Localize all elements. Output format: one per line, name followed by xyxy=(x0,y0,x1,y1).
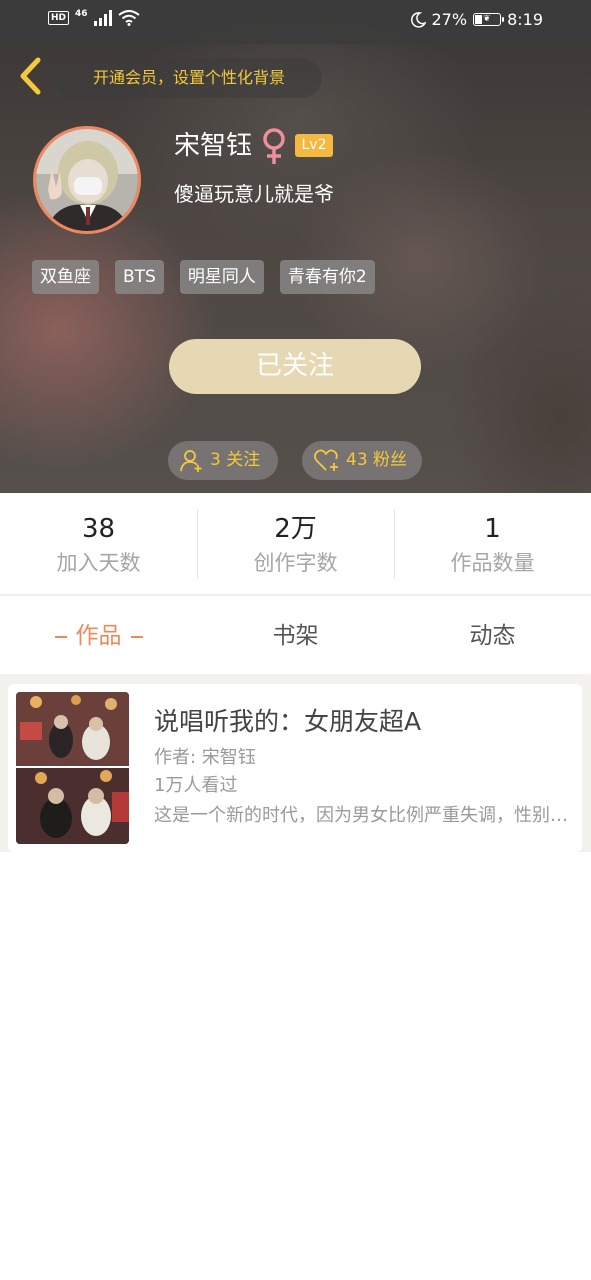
list-item[interactable]: 说唱听我的：女朋友超A 作者: 宋智钰 1万人看过 这是一个新的时代，因为男女比… xyxy=(8,684,582,852)
battery-icon: ❦ xyxy=(473,13,505,26)
tag[interactable]: 双鱼座 xyxy=(32,260,99,294)
stat-label: 创作字数 xyxy=(253,551,338,575)
tag-list: 双鱼座 BTS 明星同人 青春有你2 xyxy=(32,260,375,294)
person-add-icon xyxy=(180,449,202,472)
stat-label: 作品数量 xyxy=(450,551,535,575)
stat-word-count: 2万 创作字数 xyxy=(197,493,394,594)
tag[interactable]: 青春有你2 xyxy=(279,260,375,294)
profile-tabs: 作品 书架 动态 xyxy=(0,596,591,674)
work-views: 1万人看过 xyxy=(154,775,238,796)
book-cover xyxy=(16,692,129,844)
user-name: 宋智钰 xyxy=(174,131,253,161)
stat-work-count: 1 作品数量 xyxy=(394,493,591,594)
level-badge: Lv2 xyxy=(295,134,333,157)
following-count-button[interactable]: 3 关注 xyxy=(168,441,278,480)
tab-indicator xyxy=(54,635,67,638)
tag[interactable]: BTS xyxy=(115,260,164,294)
cover-image xyxy=(16,692,129,844)
tab-label: 作品 xyxy=(75,623,122,649)
stat-value: 38 xyxy=(81,514,116,544)
chevron-left-icon xyxy=(20,57,41,95)
stat-value: 2万 xyxy=(274,514,317,544)
heart-add-icon xyxy=(314,449,338,471)
fans-count-button[interactable]: 43 粉丝 xyxy=(302,441,422,480)
status-bar: HD 46 27% ❦ 8:19 xyxy=(0,0,591,44)
moon-icon xyxy=(410,11,426,28)
work-description: 这是一个新的时代，因为男女比例严重失调，性别已不再是问题，主角是一名女生，她的说… xyxy=(154,805,568,826)
tab-bookshelf[interactable]: 书架 xyxy=(197,596,394,674)
female-symbol-icon xyxy=(263,128,285,164)
stat-label: 加入天数 xyxy=(56,551,141,575)
stat-join-days: 38 加入天数 xyxy=(0,493,197,594)
avatar-photo xyxy=(36,129,138,231)
work-author: 作者: 宋智钰 xyxy=(154,747,256,768)
works-list: 说唱听我的：女朋友超A 作者: 宋智钰 1万人看过 这是一个新的时代，因为男女比… xyxy=(0,674,591,852)
tab-label: 动态 xyxy=(469,623,516,649)
tab-label: 书架 xyxy=(272,623,319,649)
tag[interactable]: 明星同人 xyxy=(179,260,264,294)
hd-badge: HD xyxy=(48,11,70,25)
tab-indicator xyxy=(130,635,143,638)
work-title: 说唱听我的：女朋友超A xyxy=(154,707,422,736)
wifi-icon xyxy=(117,10,140,26)
signal-icon xyxy=(93,10,112,26)
vip-background-banner[interactable]: 开通会员，设置个性化背景 xyxy=(56,58,322,98)
follow-button[interactable]: 已关注 xyxy=(169,339,421,394)
battery-percent: 27% xyxy=(431,10,468,29)
user-signature: 傻逼玩意儿就是爷 xyxy=(174,182,334,206)
avatar[interactable] xyxy=(33,126,141,234)
following-count: 3 关注 xyxy=(210,450,261,470)
tab-works[interactable]: 作品 xyxy=(0,596,197,674)
tab-activity[interactable]: 动态 xyxy=(394,596,591,674)
network-type: 46 xyxy=(75,9,88,19)
clock: 8:19 xyxy=(507,10,543,29)
back-button[interactable] xyxy=(14,56,48,96)
stats-bar: 38 加入天数 2万 创作字数 1 作品数量 xyxy=(0,493,591,596)
profile-header: HD 46 27% ❦ 8:19 开通会员，设置个性化背景 宋智钰 Lv2 傻逼… xyxy=(0,0,591,493)
stat-value: 1 xyxy=(484,514,501,544)
fans-count: 43 粉丝 xyxy=(346,450,408,470)
